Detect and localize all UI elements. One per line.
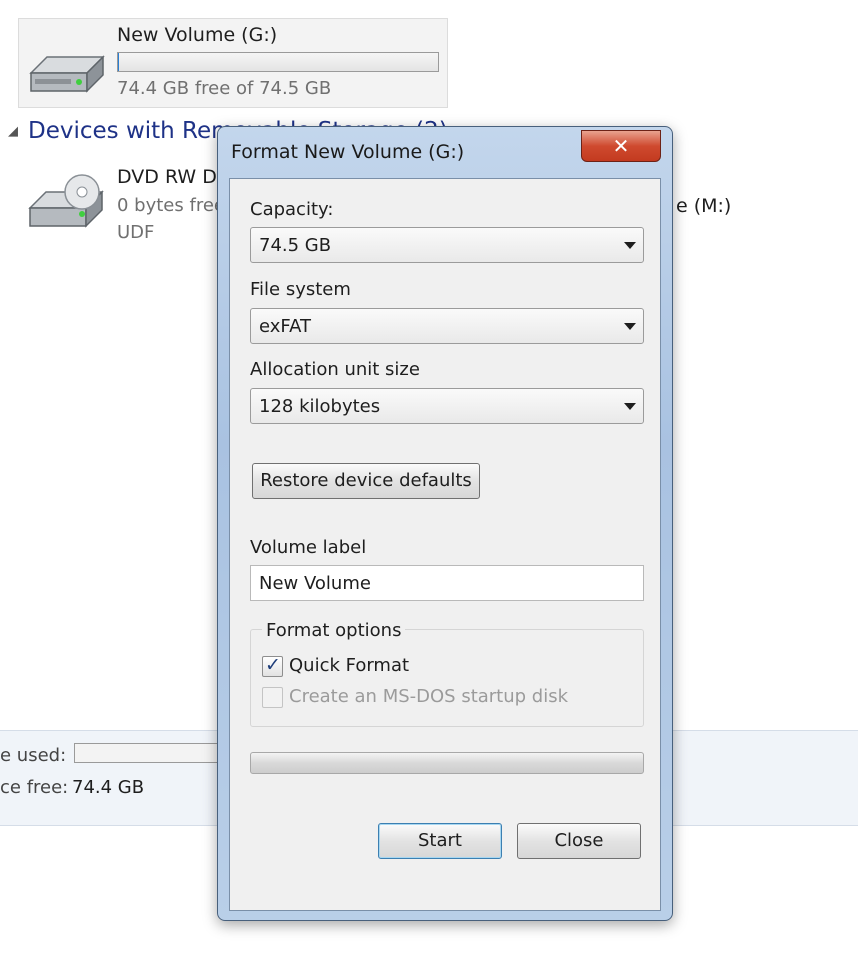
start-button[interactable]: Start [378, 823, 502, 859]
capacity-select[interactable]: 74.5 GB [250, 227, 644, 263]
checkmark-icon: ✓ [265, 654, 281, 676]
close-icon: ✕ [612, 134, 630, 158]
other-drive-name[interactable]: e (M:) [676, 195, 731, 217]
drive-g-name: New Volume (G:) [117, 24, 278, 46]
capacity-label: Capacity: [250, 199, 334, 220]
drive-g-space: 74.4 GB free of 74.5 GB [117, 78, 332, 99]
hard-drive-icon [25, 43, 107, 103]
format-dialog: Format New Volume (G:) ✕ Capacity: 74.5 … [217, 126, 673, 921]
allocation-select[interactable]: 128 kilobytes [250, 388, 644, 424]
quick-format-checkbox[interactable]: ✓ [262, 654, 283, 677]
volume-label-value: New Volume [259, 573, 371, 594]
restore-defaults-button[interactable]: Restore device defaults [252, 463, 480, 499]
collapse-triangle-icon[interactable]: ◢ [8, 124, 18, 139]
chevron-down-icon [624, 323, 636, 330]
space-used-label: e used: [0, 745, 67, 766]
drive-tile-g[interactable]: New Volume (G:) 74.4 GB free of 74.5 GB [18, 18, 448, 108]
format-options-group [250, 629, 644, 727]
dialog-title: Format New Volume (G:) [231, 141, 465, 163]
dialog-client-area: Capacity: 74.5 GB File system exFAT Allo… [229, 178, 661, 911]
close-button[interactable]: Close [517, 823, 641, 859]
quick-format-label: Quick Format [289, 655, 410, 676]
capacity-value: 74.5 GB [259, 235, 332, 256]
allocation-label: Allocation unit size [250, 359, 420, 380]
msdos-label: Create an MS-DOS startup disk [289, 686, 569, 707]
format-options-title: Format options [262, 620, 406, 641]
close-window-button[interactable]: ✕ [581, 130, 661, 162]
filesystem-select[interactable]: exFAT [250, 308, 644, 344]
drive-g-usage-bar [117, 52, 439, 72]
filesystem-value: exFAT [259, 316, 312, 337]
dvd-drive-filesystem: UDF [117, 222, 155, 243]
filesystem-label: File system [250, 279, 351, 300]
format-progress-bar [250, 752, 644, 774]
space-free-label: ce free: [0, 777, 69, 798]
chevron-down-icon [624, 403, 636, 410]
space-free-value: 74.4 GB [72, 777, 145, 798]
volume-label-input[interactable]: New Volume [250, 565, 644, 601]
chevron-down-icon [624, 242, 636, 249]
dvd-drive-icon [24, 174, 106, 234]
allocation-value: 128 kilobytes [259, 396, 381, 417]
volume-label-label: Volume label [250, 537, 367, 558]
space-used-bar [74, 743, 234, 763]
msdos-checkbox [262, 687, 283, 708]
